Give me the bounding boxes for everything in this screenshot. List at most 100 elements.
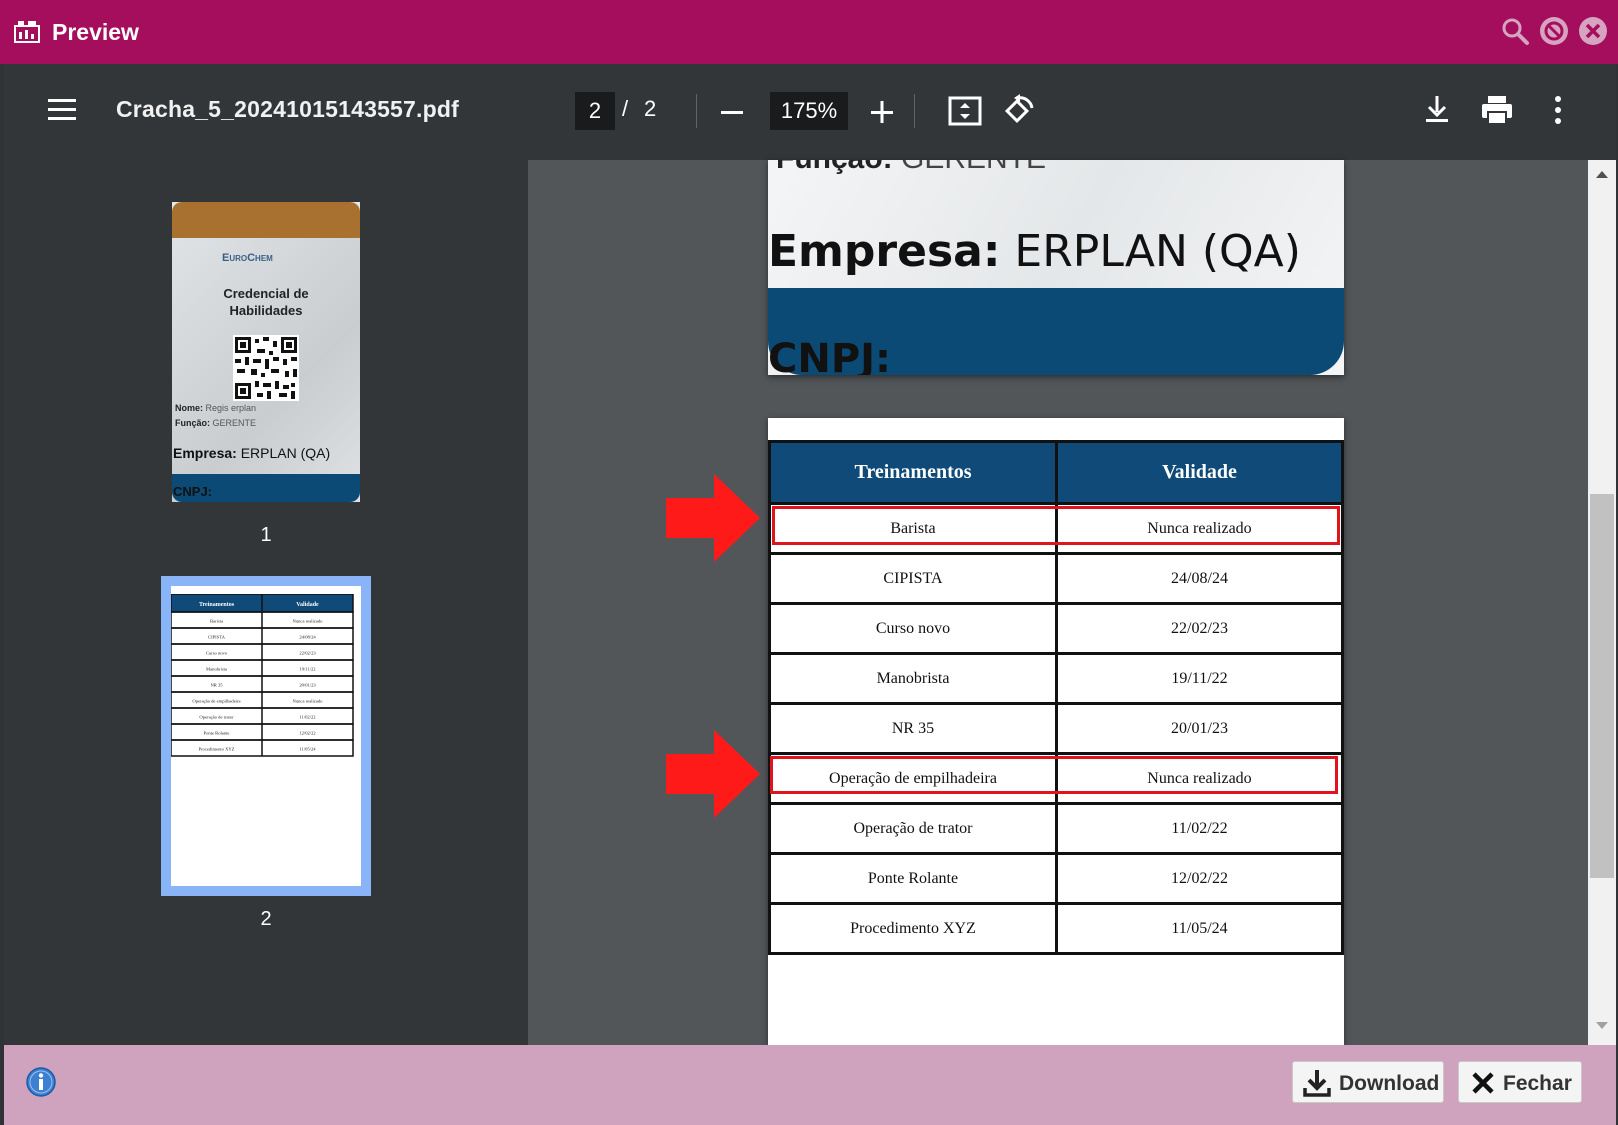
scrollbar-thumb[interactable] (1590, 494, 1614, 878)
training-name: Curso novo (768, 602, 1058, 655)
download-button[interactable]: Download (1292, 1061, 1444, 1103)
mini-cell: Operação de empilhadeira (192, 699, 240, 704)
page1-cnpj: CNPJ: (768, 336, 892, 375)
training-validity: 12/02/22 (1055, 852, 1344, 905)
card-brand: EuroChem (222, 252, 273, 264)
plus-icon[interactable] (870, 100, 894, 124)
mini-cell: Procedimento XYZ (198, 747, 234, 752)
card-top-band (172, 202, 360, 238)
file-name: Cracha_5_20241015143557.pdf (116, 96, 459, 122)
training-name: Ponte Rolante (768, 852, 1058, 905)
title-bar: Preview (0, 0, 1618, 64)
mini-cell: Ponte Rolante (204, 731, 230, 736)
thumbnail-table: Treinamentos Validade Barista Nunca realiza… (171, 594, 354, 757)
minus-icon[interactable] (720, 100, 744, 124)
thumbnail-page-1[interactable]: EuroChem Credencial de Habilidades Nome:… (172, 202, 360, 502)
header-treinamentos: Treinamentos (768, 440, 1058, 505)
window-title: Preview (52, 19, 139, 45)
card-heading-1: Credencial de (223, 286, 309, 301)
pdf-page-1: Função: GERENTE Empresa: ERPLAN (QA) CNP… (768, 160, 1344, 375)
mini-cell: 12/02/22 (299, 731, 316, 736)
training-name: CIPISTA (768, 552, 1058, 605)
mini-cell: NR 35 (210, 683, 223, 688)
download-label: Download (1339, 1072, 1440, 1095)
qr-code-icon (233, 335, 299, 401)
table-row: Curso novo 22/02/23 (768, 602, 1344, 655)
table-row: Ponte Rolante 12/02/22 (768, 852, 1344, 905)
mini-cell: Nunca realizado (293, 699, 324, 704)
mini-header-label: Treinamentos (199, 602, 235, 608)
info-icon[interactable] (26, 1067, 56, 1097)
search-icon[interactable] (1500, 16, 1530, 46)
mini-cell: 22/02/23 (299, 651, 316, 656)
more-vertical-icon[interactable] (1552, 94, 1564, 126)
page-number-input[interactable]: 2 (575, 92, 615, 130)
mini-cell: Nunca realizado (293, 619, 324, 624)
hamburger-icon[interactable] (46, 96, 78, 124)
mini-cell: 20/01/23 (299, 683, 316, 688)
mini-cell: Barista (210, 619, 223, 624)
training-validity: 22/02/23 (1055, 602, 1344, 655)
training-name: NR 35 (768, 702, 1058, 755)
close-label: Fechar (1503, 1072, 1572, 1095)
page-total: 2 (644, 96, 657, 121)
mini-cell: CIPISTA (208, 635, 226, 640)
block-icon[interactable] (1539, 16, 1569, 46)
preview-window: Preview Cracha_5_20241015143557.pdf 2 / … (0, 0, 1618, 1125)
training-validity: 19/11/22 (1055, 652, 1344, 705)
mini-cell: 24/08/24 (299, 635, 316, 640)
training-validity: 11/02/22 (1055, 802, 1344, 855)
download-icon (1303, 1070, 1331, 1097)
thumbnail-number-1: 1 (260, 524, 272, 546)
card-funcao: Função: GERENTE (175, 418, 257, 428)
pdf-toolbar: Cracha_5_20241015143557.pdf 2 / 2 175% (4, 64, 1616, 160)
zoom-level-input[interactable]: 175% (770, 92, 848, 130)
card-nome: Nome: Regis erplan (175, 403, 257, 413)
highlight-box-empilhadeira (770, 756, 1338, 794)
page-separator: / (622, 96, 629, 121)
toolbar-divider (914, 94, 915, 128)
thumbnail-sidebar: EuroChem Credencial de Habilidades Nome:… (4, 160, 528, 1045)
print-icon[interactable] (1480, 94, 1514, 126)
toolbar-divider (696, 94, 697, 128)
page1-funcao: Função: GERENTE (776, 160, 1046, 176)
page1-empresa: Empresa: ERPLAN (QA) (768, 226, 1301, 277)
table-header-row: Treinamentos Validade (768, 440, 1344, 505)
card-heading-2: Habilidades (229, 303, 303, 318)
presentation-icon (14, 21, 40, 43)
mini-cell: 19/11/22 (299, 667, 316, 672)
highlight-box-barista (772, 506, 1340, 545)
training-validity: 20/01/23 (1055, 702, 1344, 755)
mini-cell: Operação de trator (199, 715, 234, 720)
download-icon[interactable] (1422, 94, 1452, 126)
card-empresa: Empresa: ERPLAN (QA) (173, 445, 331, 461)
mini-cell: 11/02/22 (299, 715, 316, 720)
rotate-icon[interactable] (1002, 92, 1038, 128)
scroll-down-icon[interactable] (1594, 1020, 1610, 1032)
fit-page-icon[interactable] (948, 94, 982, 128)
table-row: CIPISTA 24/08/24 (768, 552, 1344, 605)
mini-cell: 11/05/24 (299, 747, 316, 752)
thumbnail-number-2: 2 (260, 908, 272, 930)
mini-header-label: Validade (296, 602, 319, 608)
table-row: Procedimento XYZ 11/05/24 (768, 902, 1344, 955)
close-circle-icon[interactable] (1578, 16, 1608, 46)
thumbnail-page-2[interactable]: Treinamentos Validade Barista Nunca realiza… (171, 586, 361, 886)
red-arrow-icon (666, 730, 760, 818)
mini-cell: Curso novo (206, 651, 228, 656)
table-row: Operação de trator 11/02/22 (768, 802, 1344, 855)
training-validity: 11/05/24 (1055, 902, 1344, 955)
table-row: Manobrista 19/11/22 (768, 652, 1344, 705)
header-validade: Validade (1055, 440, 1344, 505)
training-validity: 24/08/24 (1055, 552, 1344, 605)
scroll-up-icon[interactable] (1594, 168, 1610, 180)
close-icon (1472, 1072, 1494, 1094)
red-arrow-icon (666, 474, 760, 562)
close-button[interactable]: Fechar (1458, 1061, 1582, 1103)
training-name: Manobrista (768, 652, 1058, 705)
training-name: Operação de trator (768, 802, 1058, 855)
card-cnpj: CNPJ: (173, 484, 213, 499)
table-row: NR 35 20/01/23 (768, 702, 1344, 755)
training-name: Procedimento XYZ (768, 902, 1058, 955)
footer-bar: Download Fechar (4, 1045, 1616, 1125)
